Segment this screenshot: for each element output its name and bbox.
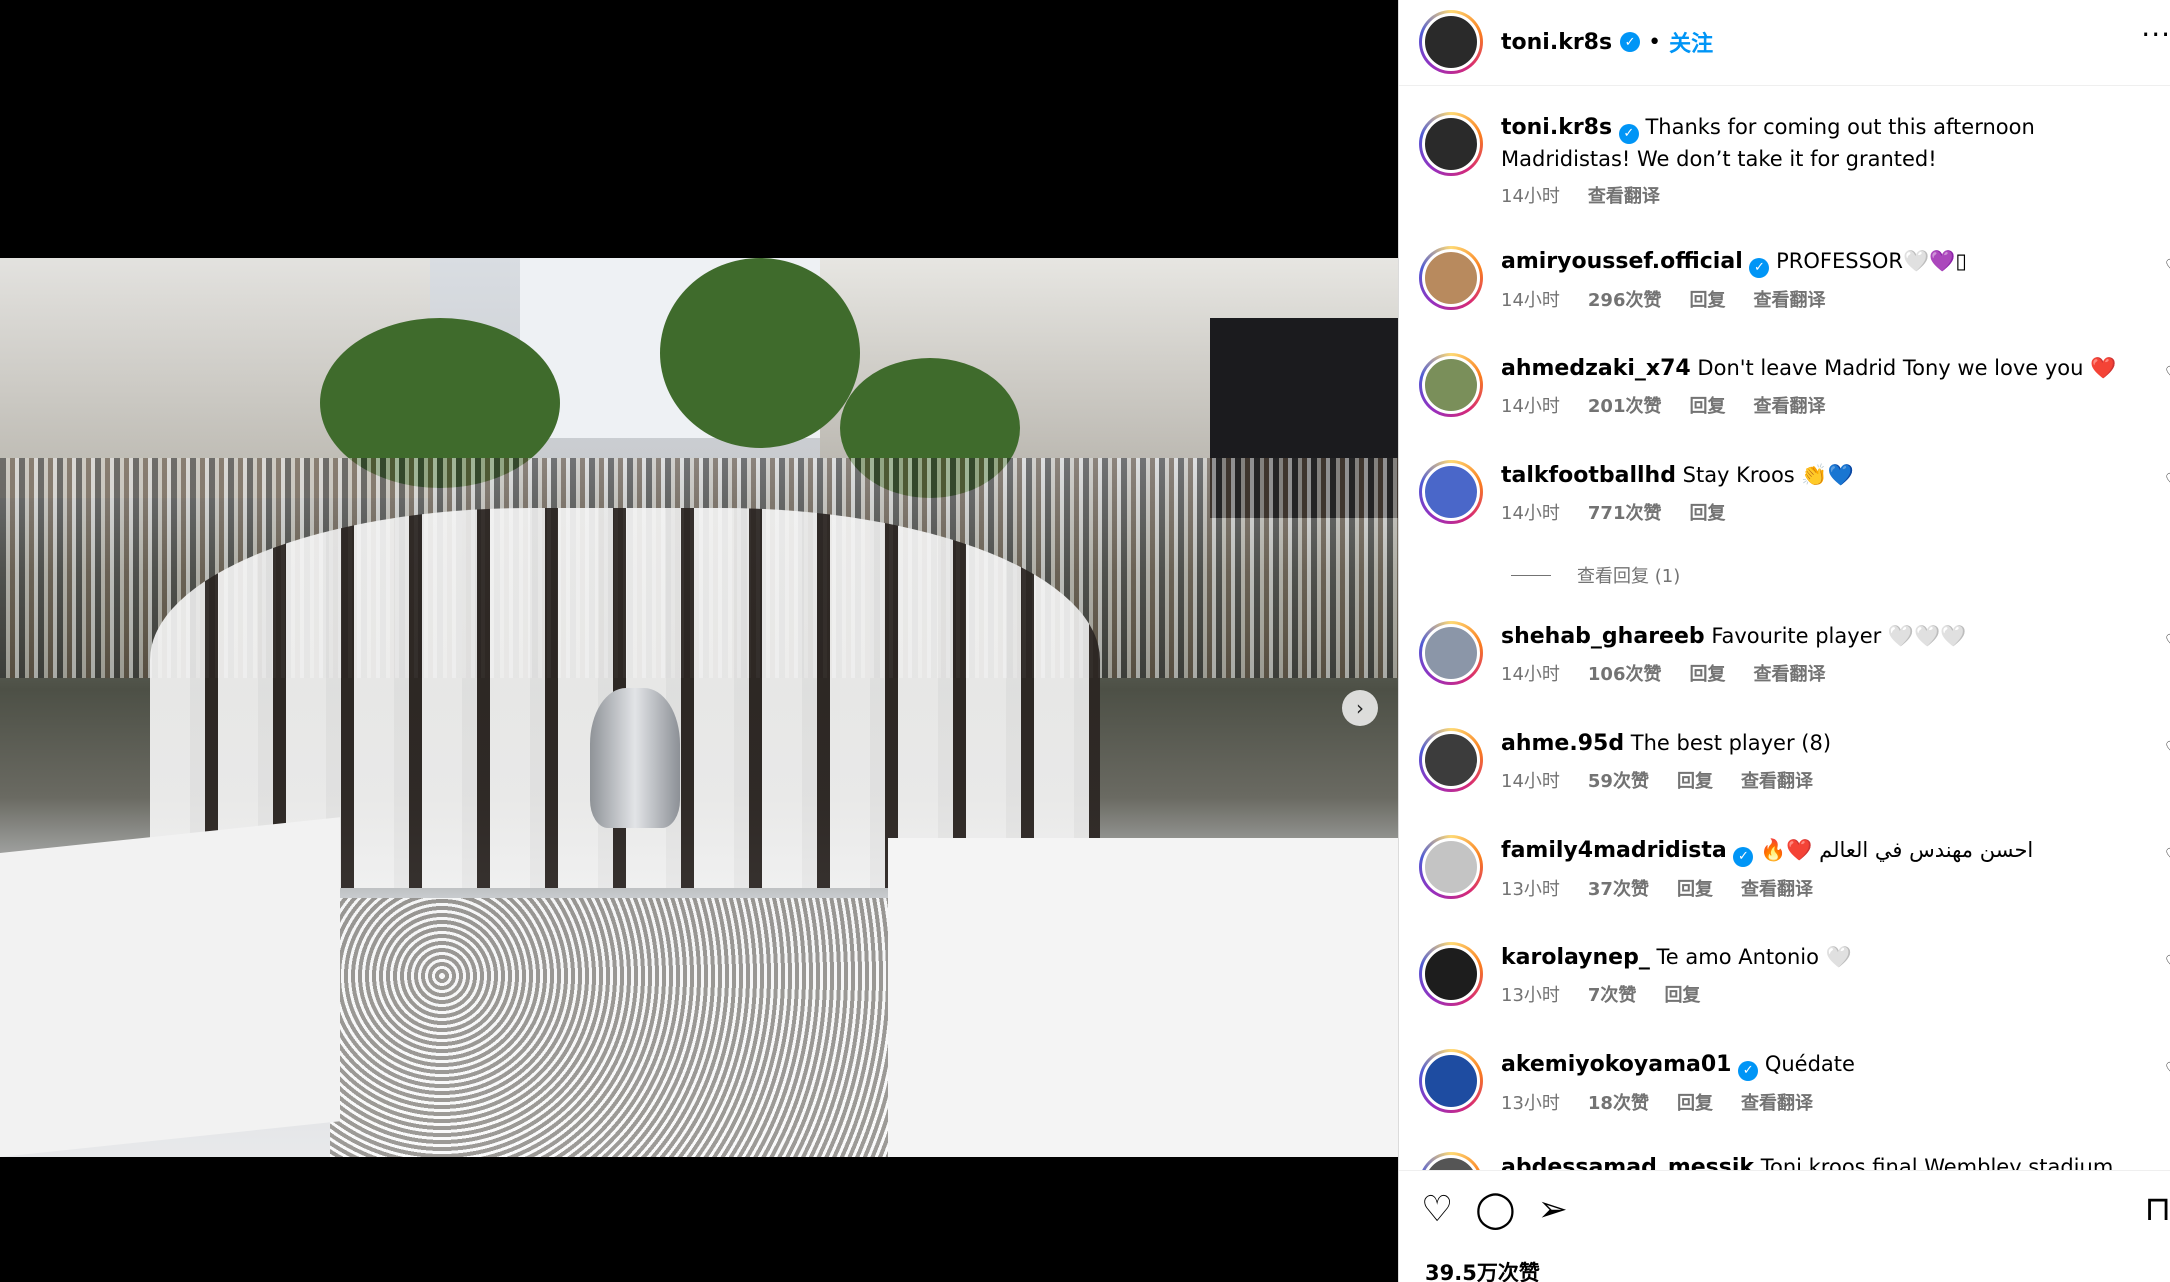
- reply-button[interactable]: 回复: [1677, 767, 1713, 797]
- verified-badge-icon: ✓: [1749, 258, 1770, 278]
- comment-text: 🔥❤️ احسن مهندس في العالم: [1760, 838, 2034, 862]
- comment-text: Favourite player 🤍🤍🤍: [1711, 624, 1967, 648]
- author-username[interactable]: toni.kr8s: [1501, 30, 1612, 55]
- photo-tree: [660, 258, 860, 448]
- comment-text: Don't leave Madrid Tony we love you ❤️: [1697, 356, 2117, 380]
- comment-time[interactable]: 14小时: [1501, 660, 1560, 690]
- author-line: toni.kr8s ✓ • 关注: [1501, 26, 1713, 58]
- verified-badge-icon: ✓: [1733, 847, 1754, 867]
- view-replies-toggle[interactable]: 查看回复 (1): [1511, 562, 1680, 588]
- comment-time[interactable]: 13小时: [1501, 1089, 1560, 1119]
- post-photo[interactable]: [0, 258, 1398, 1157]
- reply-button[interactable]: 回复: [1689, 499, 1725, 529]
- view-replies-label[interactable]: 查看回复 (1): [1577, 562, 1680, 588]
- commenter-avatar[interactable]: [1419, 621, 1483, 685]
- reply-button[interactable]: 回复: [1677, 1089, 1713, 1119]
- comment-icon[interactable]: ◯: [1475, 1189, 1515, 1230]
- comment-time[interactable]: 14小时: [1501, 767, 1560, 797]
- separator-dot: •: [1648, 29, 1662, 55]
- comment-username[interactable]: talkfootballhd: [1501, 463, 1676, 488]
- verified-badge-icon: ✓: [1738, 1061, 1759, 1081]
- author-avatar[interactable]: [1419, 10, 1483, 74]
- commenter-avatar[interactable]: [1419, 728, 1483, 792]
- comment-username[interactable]: ahme.95d: [1501, 731, 1624, 756]
- comment-likes[interactable]: 201次赞: [1588, 392, 1662, 422]
- heart-icon[interactable]: ♡: [1421, 1189, 1453, 1230]
- comment-likes[interactable]: 18次赞: [1588, 1089, 1649, 1119]
- reply-button[interactable]: 回复: [1664, 981, 1700, 1011]
- commenter-avatar[interactable]: [1419, 1049, 1483, 1113]
- post-sidebar: toni.kr8s ✓ • 关注 ··· toni.kr8s ✓ Thanks …: [1398, 0, 2170, 1282]
- see-translation-link[interactable]: 查看翻译: [1753, 286, 1825, 316]
- comment-likes[interactable]: 7次赞: [1588, 981, 1637, 1011]
- comment-like-heart-icon[interactable]: ♡: [2165, 1059, 2170, 1080]
- likes-count[interactable]: 39.5万次赞: [1425, 1257, 1540, 1282]
- comment-like-heart-icon[interactable]: ♡: [2165, 363, 2170, 384]
- see-translation-link[interactable]: 查看翻译: [1753, 392, 1825, 422]
- comment-text: PROFESSOR🤍💜▯: [1776, 249, 1967, 273]
- action-icons: ♡ ◯ ➢: [1421, 1189, 1568, 1230]
- reply-button[interactable]: 回复: [1689, 286, 1725, 316]
- comment-text: Quédate: [1764, 1052, 1855, 1076]
- verified-badge-icon: ✓: [1620, 32, 1641, 52]
- comment-username[interactable]: ahmedzaki_x74: [1501, 356, 1691, 381]
- comment-time[interactable]: 13小时: [1501, 981, 1560, 1011]
- caption-time[interactable]: 14小时: [1501, 182, 1560, 212]
- comment-likes[interactable]: 106次赞: [1588, 660, 1662, 690]
- photo-confetti: [330, 898, 890, 1157]
- follow-button[interactable]: 关注: [1669, 26, 1713, 58]
- see-translation-link[interactable]: 查看翻译: [1741, 1089, 1813, 1119]
- commenter-avatar[interactable]: [1419, 246, 1483, 310]
- comment-username[interactable]: amiryoussef.official: [1501, 249, 1743, 274]
- photo-barrier-left: [0, 817, 340, 1157]
- comment-username[interactable]: family4madridista: [1501, 838, 1727, 863]
- comment-like-heart-icon[interactable]: ♡: [2165, 952, 2170, 973]
- commenter-avatar[interactable]: [1419, 942, 1483, 1006]
- comment-time[interactable]: 14小时: [1501, 286, 1560, 316]
- reply-button[interactable]: 回复: [1677, 875, 1713, 905]
- author-avatar[interactable]: [1419, 112, 1483, 176]
- reply-button[interactable]: 回复: [1689, 660, 1725, 690]
- more-horizontal-icon[interactable]: ···: [2141, 18, 2170, 51]
- comment-likes[interactable]: 59次赞: [1588, 767, 1649, 797]
- post-media: ›: [0, 0, 1398, 1282]
- comment-text: Stay Kroos 👏💙: [1682, 463, 1854, 487]
- commenter-avatar[interactable]: [1419, 460, 1483, 524]
- commenter-avatar[interactable]: [1419, 353, 1483, 417]
- comment-like-heart-icon[interactable]: ♡: [2165, 256, 2170, 277]
- comment-username[interactable]: karolaynep_: [1501, 945, 1650, 970]
- replies-dash: [1511, 574, 1551, 576]
- photo-barrier-right: [888, 838, 1398, 1157]
- comment-time[interactable]: 13小时: [1501, 875, 1560, 905]
- post-actions-bar: ♡ ◯ ➢ ⊓ 39.5万次赞: [1399, 1170, 2170, 1282]
- comment-username[interactable]: akemiyokoyama01: [1501, 1052, 1731, 1077]
- verified-badge-icon: ✓: [1618, 124, 1639, 144]
- see-translation-link[interactable]: 查看翻译: [1588, 182, 1660, 212]
- commenter-avatar[interactable]: [1419, 835, 1483, 899]
- share-icon[interactable]: ➢: [1538, 1189, 1568, 1230]
- comment-time[interactable]: 14小时: [1501, 392, 1560, 422]
- photo-trophy: [590, 688, 680, 828]
- post-header: toni.kr8s ✓ • 关注 ···: [1399, 0, 2170, 86]
- comment-likes[interactable]: 296次赞: [1588, 286, 1662, 316]
- comment-like-heart-icon[interactable]: ♡: [2165, 631, 2170, 652]
- comment-likes[interactable]: 771次赞: [1588, 499, 1662, 529]
- see-translation-link[interactable]: 查看翻译: [1741, 875, 1813, 905]
- comment-likes[interactable]: 37次赞: [1588, 875, 1649, 905]
- chevron-right-icon: ›: [1356, 696, 1364, 720]
- bookmark-icon[interactable]: ⊓: [2144, 1189, 2170, 1229]
- next-slide-button[interactable]: ›: [1342, 690, 1378, 726]
- caption-username[interactable]: toni.kr8s: [1501, 115, 1612, 140]
- reply-button[interactable]: 回复: [1689, 392, 1725, 422]
- comment-like-heart-icon[interactable]: ♡: [2165, 470, 2170, 491]
- comment-time[interactable]: 14小时: [1501, 499, 1560, 529]
- comment-username[interactable]: shehab_ghareeb: [1501, 624, 1705, 649]
- comment-text: Te amo Antonio 🤍: [1656, 945, 1852, 969]
- comment-like-heart-icon[interactable]: ♡: [2165, 845, 2170, 866]
- comment-like-heart-icon[interactable]: ♡: [2165, 738, 2170, 759]
- see-translation-link[interactable]: 查看翻译: [1741, 767, 1813, 797]
- see-translation-link[interactable]: 查看翻译: [1753, 660, 1825, 690]
- comment-text: The best player (8): [1630, 731, 1832, 755]
